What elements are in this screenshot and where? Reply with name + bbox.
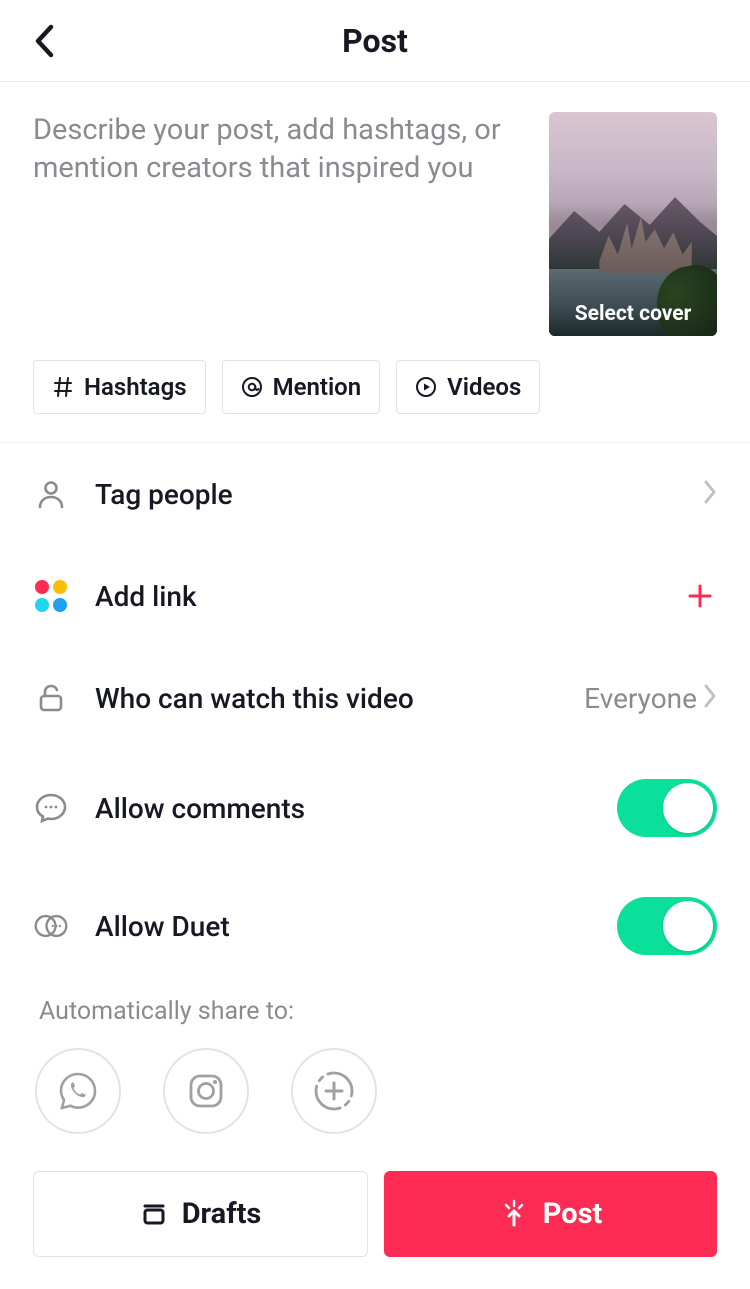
share-more-button[interactable] (291, 1048, 377, 1134)
person-icon (35, 478, 67, 510)
chip-label: Hashtags (84, 373, 187, 401)
hashtags-chip[interactable]: Hashtags (33, 360, 206, 414)
add-link-label: Add link (95, 580, 683, 613)
link-dots-icon (34, 579, 68, 613)
whatsapp-icon (56, 1069, 100, 1113)
auto-share-label: Automatically share to: (33, 985, 717, 1048)
header: Post (0, 0, 750, 82)
chip-row: Hashtags Mention Videos (0, 342, 750, 443)
instagram-icon (184, 1069, 228, 1113)
share-row (33, 1048, 717, 1134)
tag-people-row[interactable]: Tag people (33, 443, 717, 545)
post-button[interactable]: Post (384, 1171, 717, 1257)
bottom-bar: Drafts Post (0, 1171, 750, 1257)
allow-comments-label: Allow comments (95, 792, 617, 825)
drafts-icon (140, 1200, 168, 1228)
videos-chip[interactable]: Videos (396, 360, 540, 414)
allow-duet-row: Allow Duet (33, 867, 717, 985)
privacy-label: Who can watch this video (95, 682, 584, 715)
comment-icon (34, 791, 68, 825)
drafts-button[interactable]: Drafts (33, 1171, 368, 1257)
chevron-right-icon (703, 683, 717, 709)
compose-area: Select cover (0, 82, 750, 342)
page-title: Post (342, 22, 408, 60)
chevron-right-icon (703, 479, 717, 505)
select-cover-button[interactable]: Select cover (549, 112, 717, 336)
post-label: Post (543, 1197, 603, 1231)
chip-label: Videos (447, 373, 521, 401)
allow-duet-toggle[interactable] (617, 897, 717, 955)
select-cover-label: Select cover (549, 292, 717, 336)
privacy-value: Everyone (584, 682, 697, 715)
share-instagram-button[interactable] (163, 1048, 249, 1134)
chip-label: Mention (273, 373, 362, 401)
options-list: Tag people Add link Who can watch thi (0, 443, 750, 1134)
drafts-label: Drafts (182, 1197, 262, 1231)
add-link-row[interactable]: Add link (33, 545, 717, 647)
share-whatsapp-button[interactable] (35, 1048, 121, 1134)
play-circle-icon (415, 376, 437, 398)
allow-duet-label: Allow Duet (95, 910, 617, 943)
allow-comments-toggle[interactable] (617, 779, 717, 837)
add-link-plus-button[interactable] (683, 579, 717, 613)
allow-comments-row: Allow comments (33, 749, 717, 867)
at-icon (241, 376, 263, 398)
plus-icon (686, 582, 714, 610)
hash-icon (52, 376, 74, 398)
add-share-icon (310, 1067, 358, 1115)
back-button[interactable] (28, 25, 60, 57)
privacy-row[interactable]: Who can watch this video Everyone (33, 647, 717, 749)
unlock-icon (35, 682, 67, 714)
mention-chip[interactable]: Mention (222, 360, 381, 414)
upload-icon (499, 1199, 529, 1229)
caption-input[interactable] (33, 112, 529, 342)
tag-people-label: Tag people (95, 478, 703, 511)
duet-icon (33, 910, 69, 942)
chevron-left-icon (33, 24, 55, 58)
